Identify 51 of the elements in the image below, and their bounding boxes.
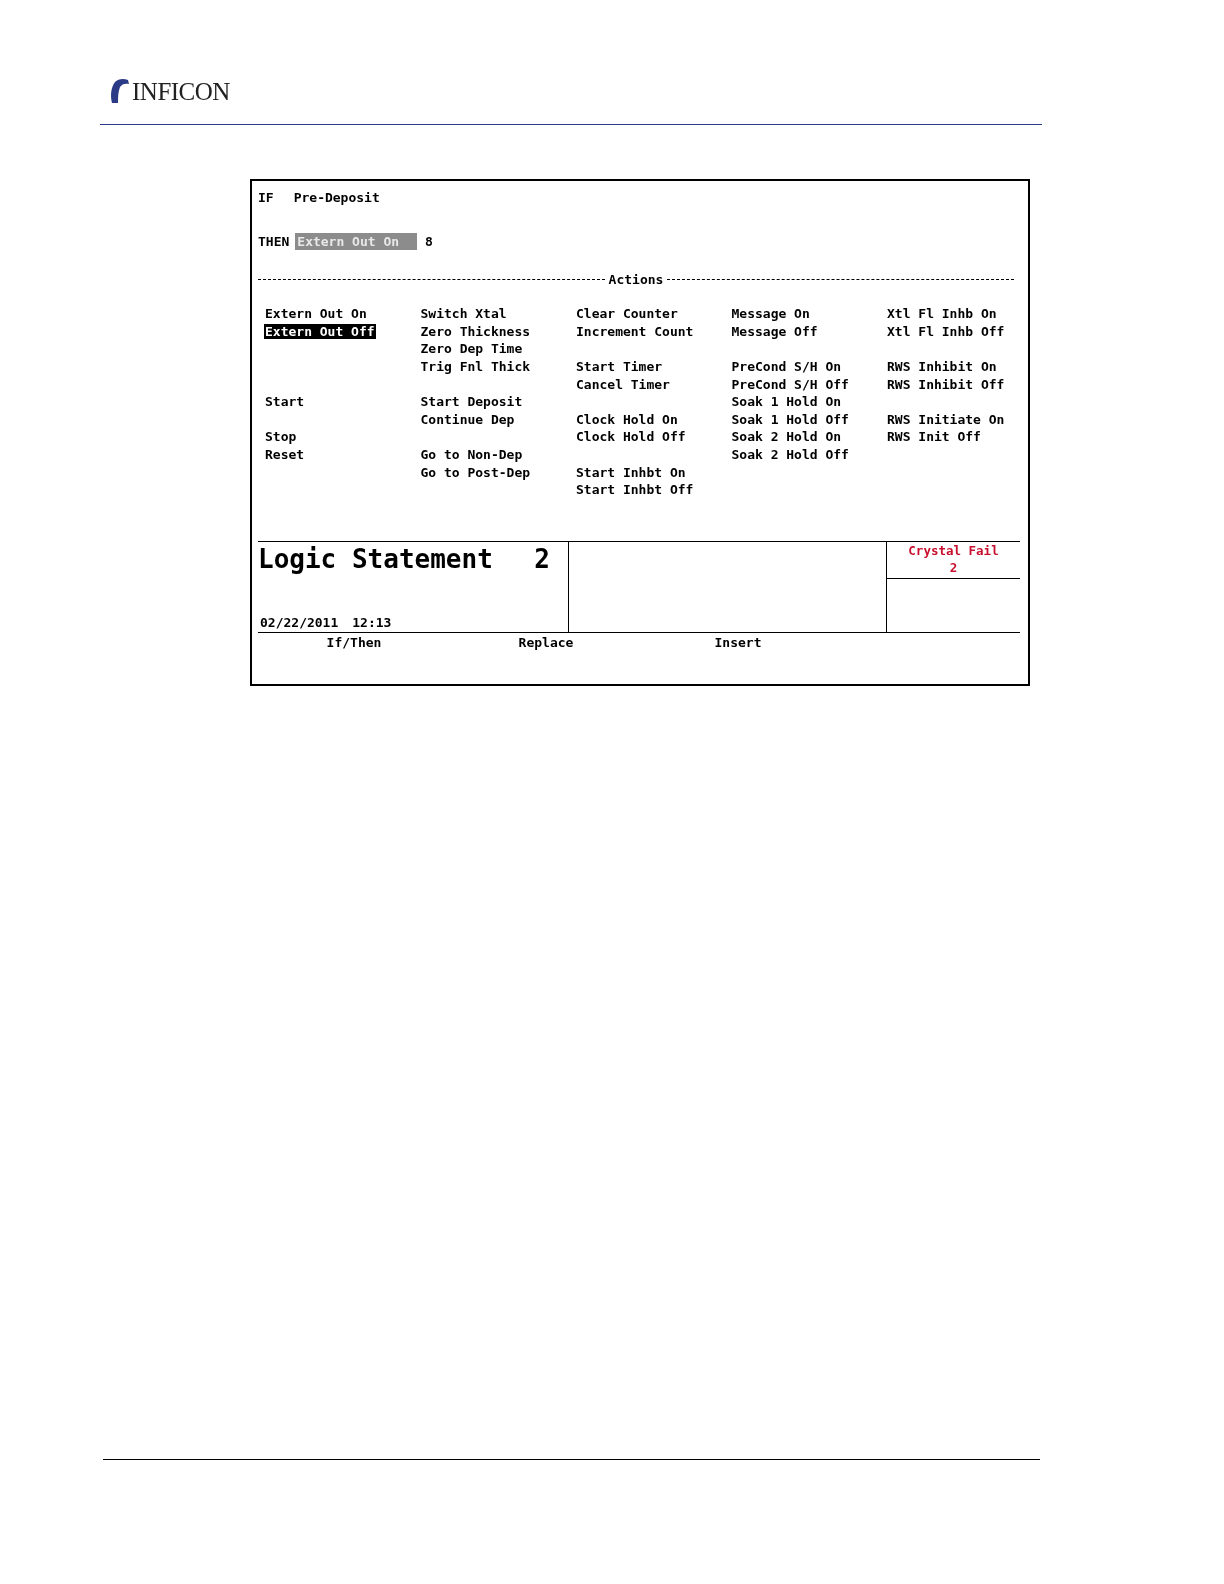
action-item[interactable]: RWS Inhibit On	[886, 359, 998, 375]
action-item[interactable]: Extern Out On	[264, 306, 368, 322]
action-item[interactable]: Clock Hold Off	[575, 429, 687, 445]
action-item[interactable]: Start Deposit	[419, 394, 524, 410]
action-item[interactable]: Increment Count	[575, 323, 695, 339]
if-label: IF	[258, 189, 274, 205]
action-item[interactable]: Start Inhbt Off	[575, 482, 695, 498]
softkey-label[interactable]: Insert	[714, 634, 762, 650]
action-item[interactable]: Start Inhbt On	[575, 464, 687, 480]
alarm-label: Crystal Fail	[908, 541, 999, 559]
action-item[interactable]: Message On	[730, 306, 811, 322]
action-item[interactable]: Trig Fnl Thick	[419, 359, 532, 375]
action-item[interactable]: Soak 2 Hold Off	[730, 447, 850, 463]
action-item[interactable]: Soak 2 Hold On	[730, 429, 843, 445]
action-item[interactable]: Xtl Fl Inhb Off	[886, 323, 1006, 339]
action-item[interactable]: Soak 1 Hold On	[730, 394, 843, 410]
action-item[interactable]: RWS Initiate On	[886, 411, 1006, 427]
action-item[interactable]: Message Off	[730, 323, 819, 339]
action-item[interactable]: Soak 1 Hold Off	[730, 411, 850, 427]
action-item[interactable]: Reset	[264, 447, 306, 463]
action-item[interactable]: Switch Xtal	[419, 306, 508, 322]
then-label: THEN	[258, 233, 290, 249]
action-item[interactable]: Clear Counter	[575, 306, 679, 322]
action-item[interactable]: RWS Init Off	[886, 429, 982, 445]
time-text: 12:13	[352, 614, 392, 630]
statement-number: 2	[534, 543, 550, 574]
action-item[interactable]: Clock Hold On	[575, 411, 679, 427]
action-item[interactable]: Continue Dep	[419, 411, 516, 427]
action-item[interactable]: Start	[264, 394, 306, 410]
action-item[interactable]: Start Timer	[575, 359, 664, 375]
action-item[interactable]: Zero Thickness	[419, 323, 532, 339]
action-item[interactable]: PreCond S/H Off	[730, 376, 850, 392]
action-item[interactable]: RWS Inhibit Off	[886, 376, 1006, 392]
logo-text: INFICON	[132, 79, 230, 104]
statement-title: Logic Statement	[258, 543, 493, 574]
action-item[interactable]: Xtl Fl Inhb On	[886, 306, 998, 322]
action-item[interactable]: Stop	[264, 429, 298, 445]
action-item[interactable]: Cancel Timer	[575, 376, 671, 392]
actions-heading: Actions	[608, 271, 664, 287]
softkey-label[interactable]: If/Then	[326, 634, 382, 650]
if-value: Pre-Deposit	[293, 189, 380, 205]
action-item[interactable]: Go to Post-Dep	[419, 464, 532, 480]
action-item[interactable]: Extern Out Off	[264, 323, 376, 339]
action-item[interactable]: Go to Non-Dep	[419, 447, 524, 463]
action-item[interactable]: Zero Dep Time	[419, 341, 524, 357]
logo-icon	[108, 78, 130, 104]
date-text: 02/22/2011	[260, 614, 339, 630]
softkey-label[interactable]: Replace	[518, 634, 574, 650]
alarm-number: 2	[949, 558, 958, 576]
then-number: 8	[425, 233, 433, 249]
action-item[interactable]: PreCond S/H On	[730, 359, 843, 375]
